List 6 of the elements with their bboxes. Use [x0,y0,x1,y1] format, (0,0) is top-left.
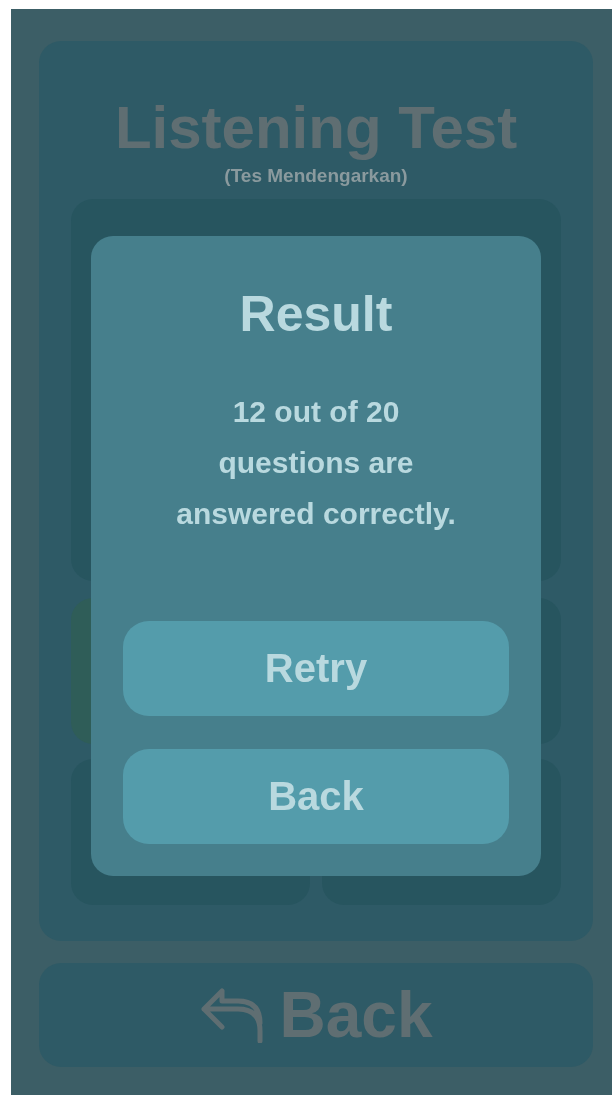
dialog-button[interactable]: Retry [123,621,509,716]
result-message: 12 out of 20 questions are answered correctly. [175,394,457,532]
screen-subtitle: (Tes Mendengarkan) [224,165,408,187]
return-arrow-icon [199,987,266,1043]
dialog-button[interactable]: Back [123,749,509,844]
dialog-title: Result [239,285,393,344]
